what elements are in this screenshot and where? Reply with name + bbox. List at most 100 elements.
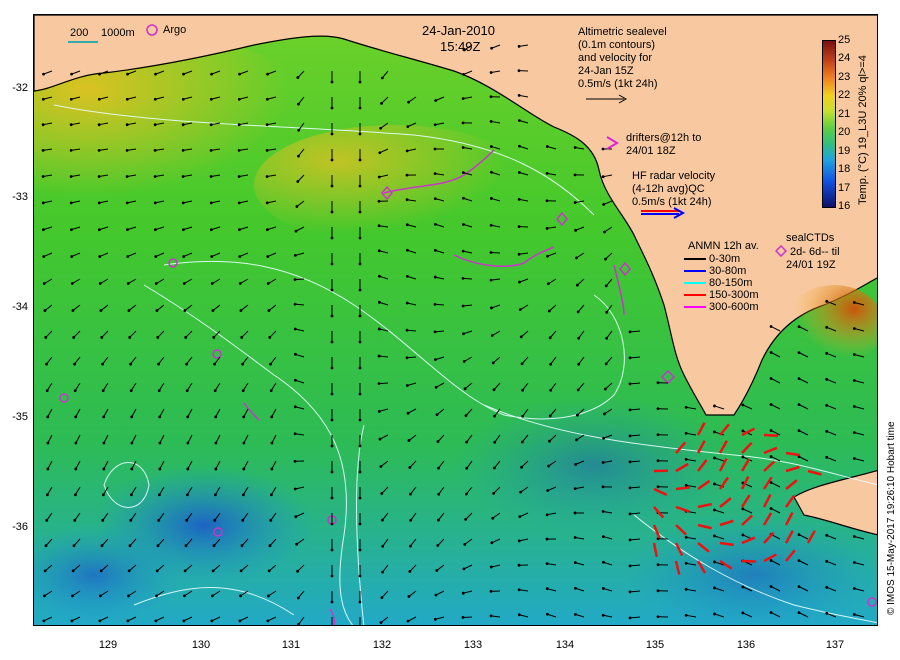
velocity-arrow-head xyxy=(656,381,660,385)
velocity-arrow-head xyxy=(433,197,437,201)
velocity-arrow-head xyxy=(154,255,158,258)
cool-water-patch xyxy=(454,395,734,535)
velocity-arrow-head xyxy=(156,544,160,548)
velocity-arrow-head xyxy=(741,585,745,589)
velocity-arrow-head xyxy=(517,225,521,229)
velocity-arrow-head xyxy=(102,415,106,419)
velocity-arrow-head xyxy=(293,487,297,491)
velocity-arrow-head xyxy=(377,327,381,331)
velocity-arrow-head xyxy=(684,613,688,617)
velocity-arrow-head xyxy=(358,522,362,526)
velocity-arrow-head xyxy=(358,444,362,448)
velocity-arrow-head xyxy=(330,210,334,214)
velocity-arrow-head xyxy=(825,351,829,355)
velocity-arrow-head xyxy=(294,378,297,382)
velocity-arrow-head xyxy=(239,594,242,598)
sealctd-title: sealCTDs xyxy=(786,232,835,244)
colorbar-tick: 25 xyxy=(838,34,851,46)
velocity-arrow-head xyxy=(269,362,272,366)
warm-water-patch xyxy=(254,125,534,245)
velocity-arrow-head xyxy=(241,362,244,366)
velocity-arrow-head xyxy=(852,535,856,538)
hf-radar-arrow xyxy=(763,433,779,437)
velocity-arrow-head xyxy=(575,438,578,442)
velocity-arrow-head xyxy=(267,309,271,312)
velocity-arrow-head xyxy=(769,585,773,588)
velocity-arrow-head xyxy=(71,594,74,598)
depth-label: 1000m xyxy=(101,27,135,39)
velocity-arrow-head xyxy=(405,384,409,387)
velocity-arrow-head xyxy=(240,336,244,339)
velocity-arrow-head xyxy=(293,459,297,463)
velocity-arrow-head xyxy=(433,248,437,252)
velocity-arrow-head xyxy=(545,562,549,566)
velocity-arrow-head xyxy=(43,569,47,573)
velocity-arrow-head xyxy=(461,249,465,253)
velocity-arrow-head xyxy=(406,411,410,415)
velocity-arrow-head xyxy=(433,302,437,306)
velocity-arrow-head xyxy=(42,255,46,258)
velocity-arrow-head xyxy=(129,518,133,522)
anmn-legend-label: 80-150m xyxy=(709,277,753,289)
velocity-arrow-head xyxy=(713,534,716,538)
velocity-arrow-head xyxy=(433,123,437,127)
anmn-legend-label: 0-30m xyxy=(709,253,741,265)
velocity-arrow-head xyxy=(129,362,132,366)
velocity-arrow-head xyxy=(493,440,497,444)
velocity-arrow-head xyxy=(126,619,130,623)
velocity-arrow-head xyxy=(461,591,465,595)
velocity-arrow-head xyxy=(409,544,412,548)
velocity-arrow-head xyxy=(741,403,745,407)
altimetry-line: Altimetric sealevel xyxy=(578,26,667,38)
velocity-arrow-head xyxy=(184,544,188,548)
velocity-arrow-head xyxy=(69,97,73,101)
velocity-arrow-head xyxy=(157,362,160,366)
velocity-arrow-head xyxy=(380,76,384,80)
velocity-arrow-head xyxy=(462,567,466,571)
velocity-arrow-head xyxy=(545,537,549,541)
velocity-arrow-head xyxy=(713,456,716,460)
colorbar-tick: 20 xyxy=(838,126,851,139)
velocity-arrow-head xyxy=(73,389,77,393)
velocity-arrow-head xyxy=(601,461,605,464)
velocity-arrow-head xyxy=(573,487,577,491)
velocity-arrow-head xyxy=(825,429,829,433)
velocity-arrow-head xyxy=(435,569,439,572)
velocity-arrow-head xyxy=(490,334,494,337)
anmn-arrow-icon xyxy=(684,270,706,273)
velocity-arrow-head xyxy=(154,282,158,285)
velocity-arrow-head xyxy=(158,467,162,471)
velocity-arrow-head xyxy=(713,430,716,434)
velocity-arrow-head xyxy=(240,544,244,548)
velocity-arrow-head xyxy=(126,282,130,285)
velocity-arrow-head xyxy=(406,619,410,623)
velocity-arrow-head xyxy=(295,205,299,208)
velocity-arrow-head xyxy=(266,282,270,285)
colorbar-tick: 22 xyxy=(838,89,851,102)
velocity-arrow-head xyxy=(358,496,362,500)
velocity-arrow-head xyxy=(72,544,76,548)
velocity-arrow-head xyxy=(573,146,577,149)
velocity-arrow-head xyxy=(125,175,129,178)
velocity-arrow-head xyxy=(518,515,522,519)
anmn-arrow-icon xyxy=(684,306,706,309)
velocity-arrow-head xyxy=(73,362,76,366)
velocity-arrow-head xyxy=(577,362,581,366)
anmn-legend-item: 150-300m xyxy=(684,289,759,302)
velocity-arrow-head xyxy=(210,619,214,623)
velocity-arrow-head xyxy=(797,325,801,329)
velocity-arrow-head xyxy=(518,144,521,148)
velocity-arrow-head xyxy=(684,431,688,435)
velocity-arrow-head xyxy=(266,255,270,258)
scale-label: 200 xyxy=(70,27,89,39)
velocity-arrow-head xyxy=(270,493,273,497)
velocity-arrow-head xyxy=(330,548,334,552)
velocity-arrow-head xyxy=(358,288,362,292)
velocity-arrow-head xyxy=(209,228,213,232)
lon-label: 129 xyxy=(98,639,118,651)
velocity-arrow-head xyxy=(520,362,524,366)
velocity-arrow-head xyxy=(517,119,521,122)
velocity-arrow-head xyxy=(297,128,301,132)
velocity-arrow-head xyxy=(797,377,801,381)
velocity-arrow-head xyxy=(518,308,522,312)
